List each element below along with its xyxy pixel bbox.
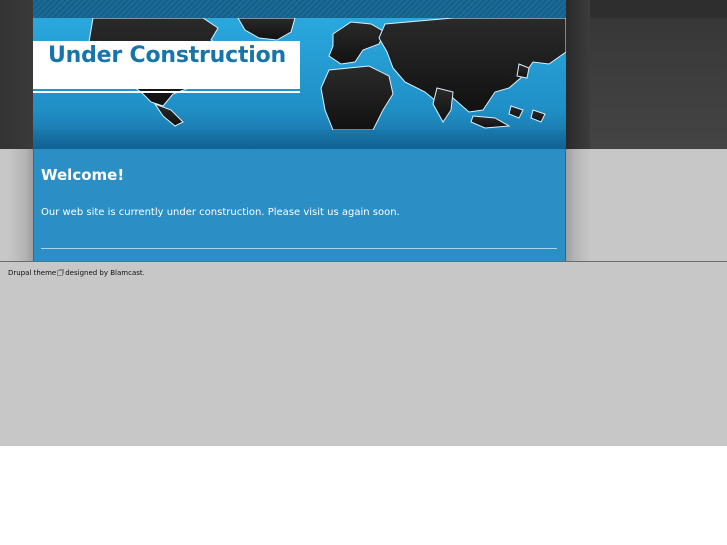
drupal-theme-link[interactable]: Drupal theme: [8, 269, 56, 277]
header-hatch-strip: [33, 0, 566, 18]
site-header: Under Construction: [33, 0, 566, 149]
external-link-icon: [57, 269, 65, 276]
header-bottom-bar: [33, 130, 566, 149]
designer-link[interactable]: designed by Blamcast: [65, 269, 142, 277]
site-name[interactable]: Under Construction: [48, 43, 286, 68]
side-shadow-right: [566, 149, 590, 261]
site-name-underline-secondary: [33, 91, 300, 93]
side-shadow-left: [8, 149, 33, 261]
footer: Drupal theme designed by Blamcast.: [8, 269, 145, 277]
site-name-box: Under Construction: [33, 41, 300, 87]
page-title: Welcome!: [41, 166, 125, 184]
top-band-shade-right: [566, 0, 590, 149]
content-divider: [41, 248, 557, 249]
footer-suffix: .: [142, 269, 145, 277]
page-body-text: Our web site is currently under construc…: [41, 207, 400, 218]
site-name-underline: [33, 86, 300, 89]
footer-divider: [0, 261, 727, 262]
main-content: Welcome! Our web site is currently under…: [33, 149, 566, 261]
top-band-shade-left: [0, 0, 33, 149]
